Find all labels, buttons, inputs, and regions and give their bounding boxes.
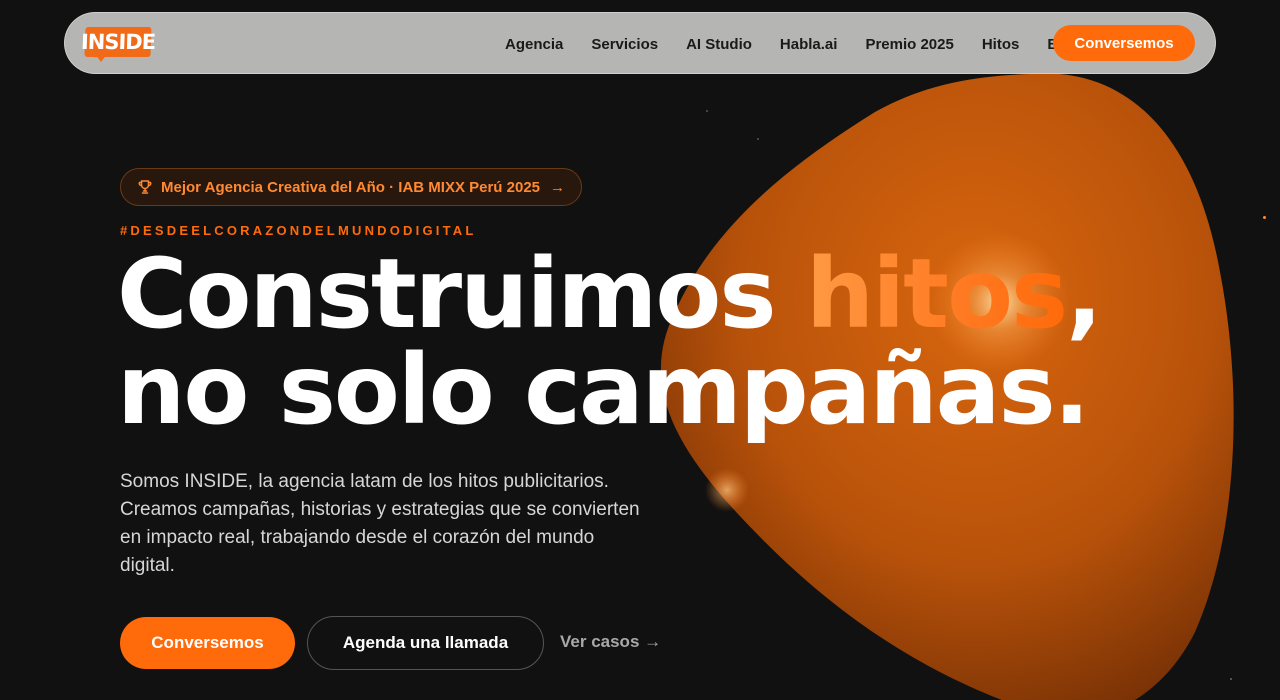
hero-headline: Construimos hitos, no solo campañas. <box>117 246 1103 438</box>
award-text: Mejor Agencia Creativa del Año · IAB MIX… <box>161 178 540 196</box>
sparkle-dot <box>1230 678 1232 680</box>
hero-description: Somos INSIDE, la agencia latam de los hi… <box>120 471 640 576</box>
nav-link-ai-studio[interactable]: AI Studio <box>686 36 752 53</box>
award-badge-link[interactable]: Mejor Agencia Creativa del Año · IAB MIX… <box>120 168 582 206</box>
logo-wordmark: INSIDE <box>81 27 155 57</box>
inside-logo[interactable]: INSIDE <box>81 27 155 62</box>
agenda-llamada-button[interactable]: Agenda una llamada <box>307 616 544 670</box>
sparkle-dot <box>706 110 708 112</box>
nav-link-hitos[interactable]: Hitos <box>982 36 1020 53</box>
top-navigation: INSIDE Agencia Servicios AI Studio Habla… <box>64 12 1216 74</box>
nav-links: Agencia Servicios AI Studio Habla.ai Pre… <box>505 13 1109 75</box>
ver-casos-link[interactable]: Ver casos → <box>560 632 661 652</box>
conversemos-button[interactable]: Conversemos <box>120 617 295 669</box>
nav-link-habla-ai[interactable]: Habla.ai <box>780 36 838 53</box>
logo-speech-tail <box>95 54 107 62</box>
nav-link-agencia[interactable]: Agencia <box>505 36 563 53</box>
hero-hashtag: #DESDEELCORAZONDELMUNDODIGITAL <box>120 223 477 238</box>
nav-conversemos-button[interactable]: Conversemos <box>1053 25 1195 61</box>
headline-line2: no solo campañas. <box>117 334 1090 446</box>
trophy-icon <box>138 180 152 194</box>
sparkle-dot <box>757 138 759 140</box>
nav-link-servicios[interactable]: Servicios <box>591 36 658 53</box>
arrow-right-icon: → <box>550 178 565 196</box>
sparkle-dot <box>1263 216 1266 219</box>
nav-link-premio-2025[interactable]: Premio 2025 <box>865 36 953 53</box>
